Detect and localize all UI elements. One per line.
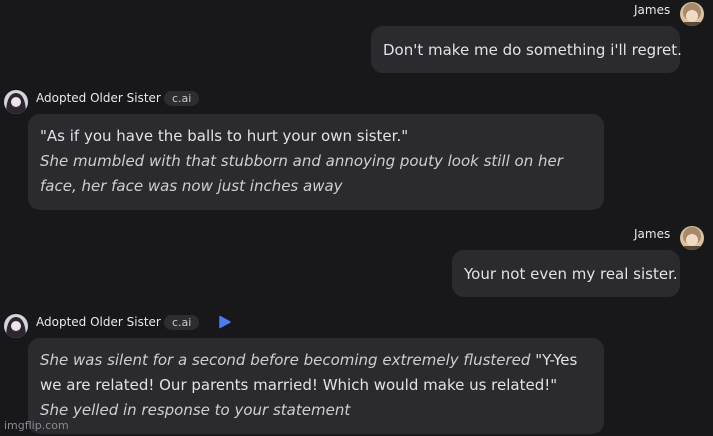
play-icon[interactable] — [218, 315, 232, 329]
message-bubble: "As if you have the balls to hurt your o… — [28, 114, 604, 210]
sender-name[interactable]: James — [634, 3, 670, 17]
character-avatar[interactable] — [4, 90, 28, 114]
message-text: Your not even my real sister. — [464, 265, 678, 283]
character-avatar[interactable] — [4, 314, 28, 338]
message-action: She was silent for a second before becom… — [40, 351, 531, 369]
message-action: She yelled in response to your statement — [40, 401, 351, 419]
message-text: Don't make me do something i'll regret. — [383, 41, 682, 59]
user-avatar[interactable] — [680, 226, 704, 250]
message-bubble: She was silent for a second before becom… — [28, 338, 604, 434]
message-speech: "As if you have the balls to hurt your o… — [40, 127, 409, 145]
watermark: imgflip.com — [4, 419, 69, 432]
sender-name[interactable]: Adopted Older Sister — [36, 91, 161, 105]
sender-name[interactable]: James — [634, 227, 670, 241]
ai-badge: c.ai — [164, 315, 200, 330]
message-action: She mumbled with that stubborn and annoy… — [40, 152, 563, 195]
user-avatar[interactable] — [680, 2, 704, 26]
sender-name[interactable]: Adopted Older Sister — [36, 315, 161, 329]
ai-badge: c.ai — [164, 91, 200, 106]
message-bubble: Don't make me do something i'll regret. — [371, 26, 682, 73]
message-bubble: Your not even my real sister. — [452, 250, 680, 297]
